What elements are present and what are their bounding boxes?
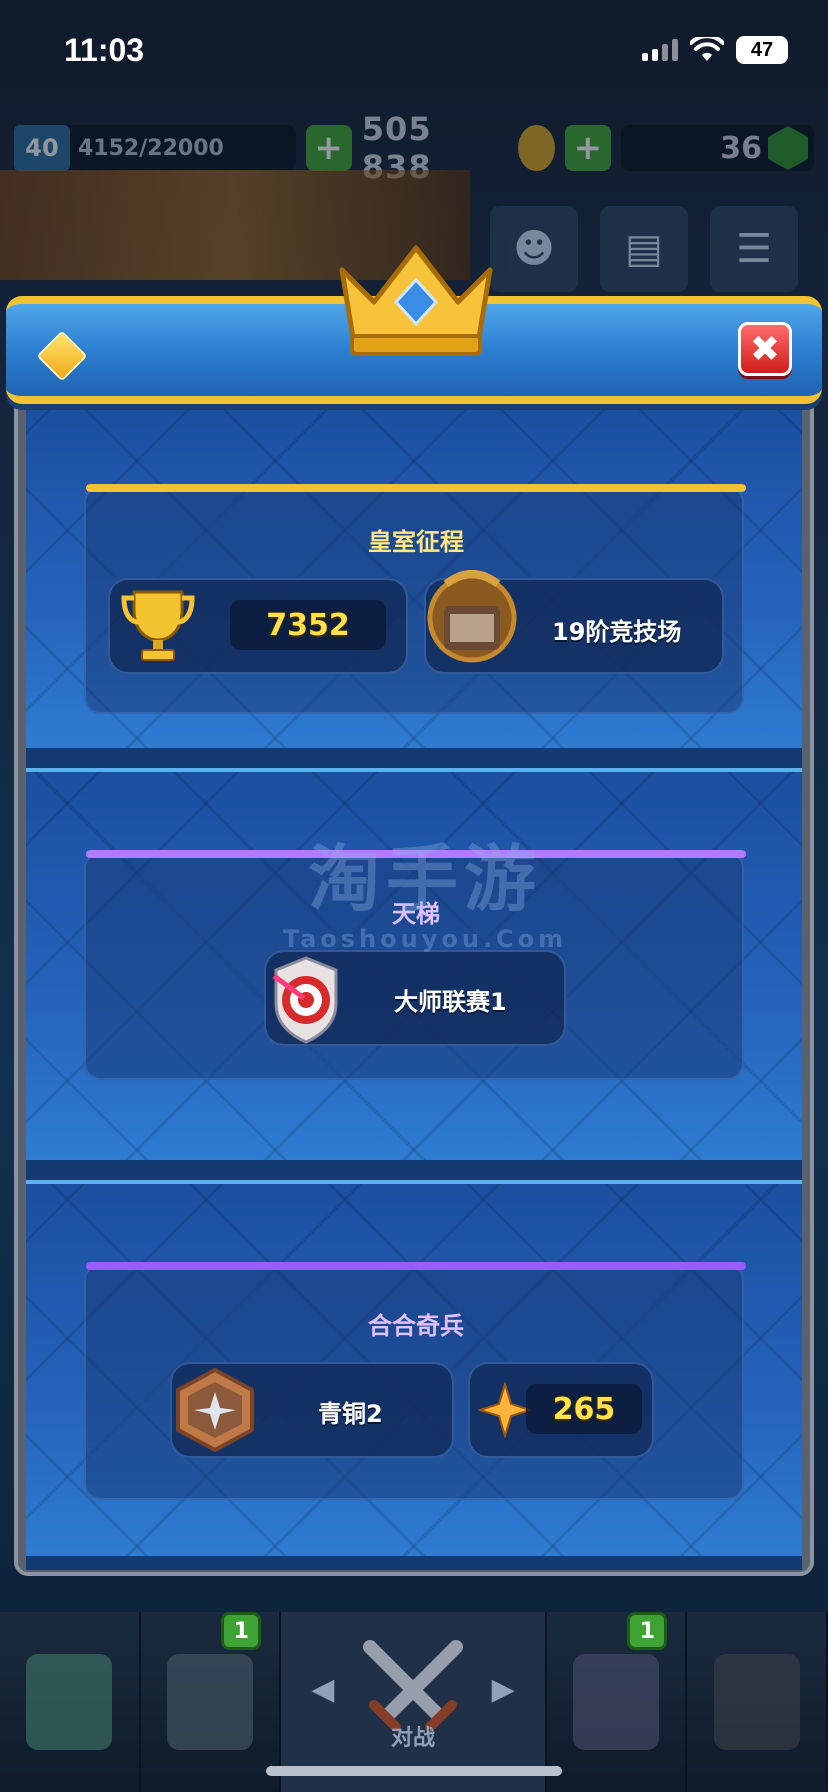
rank-label: 青铜2 [318,1400,383,1428]
merge-tactics-title: 合合奇兵 [368,1312,464,1340]
wifi-icon [690,37,724,61]
xp-progress: 4152/22000 [78,135,224,161]
profile-modal: 皇室征程 7352 19阶竞技场 天梯 大师联赛1 合合奇兵 青铜2 265 ✖ [6,245,822,1576]
events-icon [713,1654,800,1750]
nav-tab-clan[interactable]: 1 [547,1612,688,1792]
royal-path-title: 皇室征程 [368,528,464,556]
top-menu-icons: ☻ ▤ ☰ [490,206,798,292]
clan-badge: 1 [627,1612,668,1650]
clock: 11:03 [64,31,145,68]
ladder-accent-line [86,850,746,858]
section-merge-tactics: 合合奇兵 青铜2 265 [26,1180,802,1570]
star-points-icon [478,1382,532,1438]
points-stat[interactable]: 265 [468,1362,654,1458]
status-bar: 11:03 47 [0,0,828,100]
news-icon[interactable]: ▤ [600,206,688,292]
section-ladder: 天梯 大师联赛1 [26,768,802,1180]
close-icon: ✖ [749,328,781,370]
crown-gem-icon [339,245,493,356]
chest-icon [26,1654,113,1750]
gem-icon [768,126,809,170]
friends-icon[interactable]: ☻ [490,206,578,292]
league-target-icon [272,956,338,1044]
level-badge: 40 [14,125,70,171]
bottom-nav: 1 ◀ ▶ 对战 1 [0,1612,828,1792]
nav-tab-battle[interactable]: ◀ ▶ 对战 [281,1612,547,1792]
battery-icon: 47 [736,36,788,64]
clan-shield-icon [573,1654,660,1750]
signal-icon [642,39,678,61]
section-royal-path: 皇室征程 7352 19阶竞技场 [26,404,802,768]
merge-tactics-card: 合合奇兵 青铜2 265 [84,1262,746,1500]
battle-label: 对战 [390,1726,435,1751]
arena-stat[interactable]: 19阶竞技场 [424,570,724,674]
royal-path-card: 皇室征程 7352 19阶竞技场 [84,484,746,714]
league-stat[interactable]: 大师联赛1 [264,950,566,1046]
modal-content: 皇室征程 7352 19阶竞技场 天梯 大师联赛1 合合奇兵 青铜2 265 [26,404,802,1570]
arena-icon [427,570,517,663]
gem-counter: 36 [620,125,815,171]
nav-tab-shop[interactable] [0,1612,141,1792]
trophy-count: 7352 [230,600,386,650]
points-value: 265 [526,1384,642,1434]
league-label: 大师联赛1 [394,988,507,1016]
ladder-title: 天梯 [392,900,440,928]
menu-icon[interactable]: ☰ [710,206,798,292]
cards-icon [166,1654,253,1750]
royal-path-accent-line [86,484,746,492]
trophy-icon [121,590,195,661]
rank-stat[interactable]: 青铜2 [170,1362,454,1458]
nav-tab-cards[interactable]: 1 [141,1612,282,1792]
experience-bar[interactable]: 40 4152/22000 [14,125,296,171]
trophy-stat[interactable]: 7352 [108,578,408,674]
left-arrow-icon[interactable]: ◀ [311,1672,334,1707]
cards-badge: 1 [221,1612,262,1650]
status-icons: 47 [642,36,788,64]
diamond-icon [36,330,88,382]
bronze-rank-icon [176,1368,254,1452]
add-gems-button[interactable]: + [564,125,611,171]
gold-coin-icon [518,125,555,171]
close-button[interactable]: ✖ [738,322,792,376]
add-gold-button[interactable]: + [305,125,352,171]
nav-tab-events[interactable] [687,1612,828,1792]
arena-label: 19阶竞技场 [552,618,682,646]
right-arrow-icon[interactable]: ▶ [492,1672,515,1707]
merge-tactics-accent-line [86,1262,746,1270]
home-indicator[interactable] [266,1766,562,1776]
gem-amount: 36 [720,130,763,166]
ladder-card: 天梯 大师联赛1 [84,850,746,1080]
